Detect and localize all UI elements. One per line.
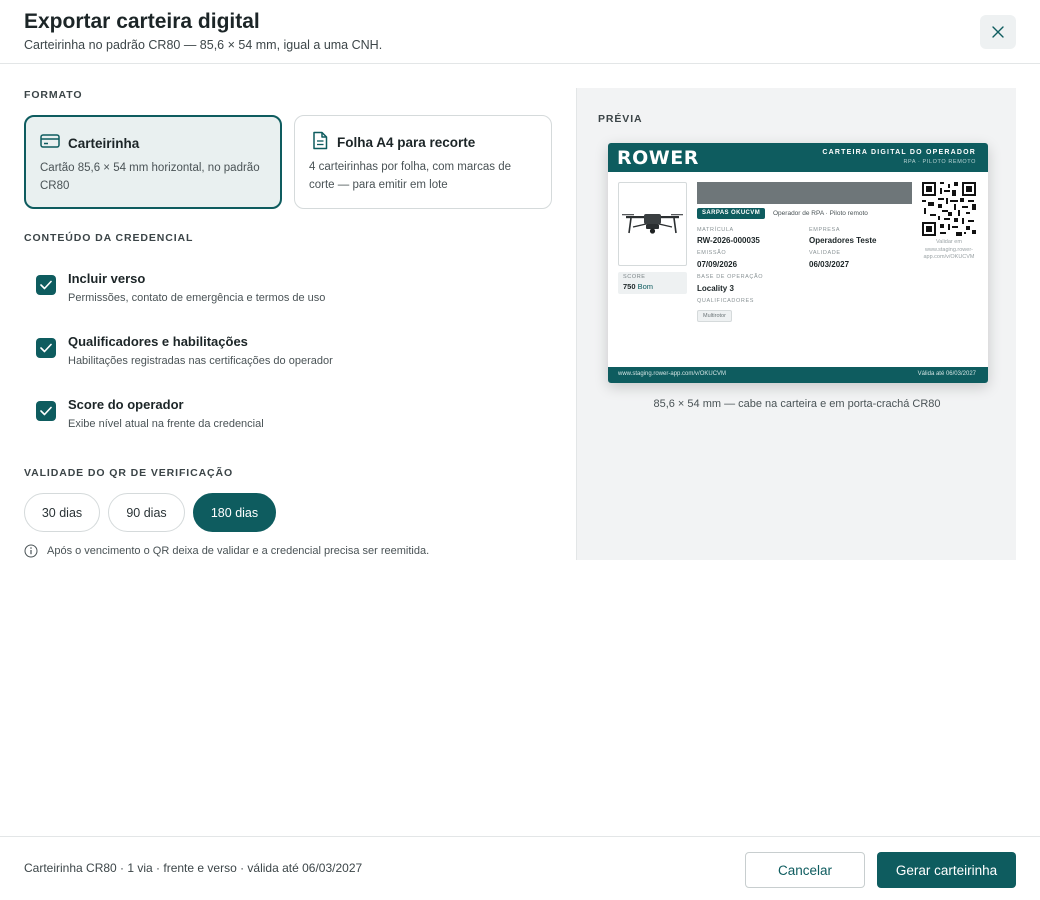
score-rating: Bom bbox=[637, 282, 654, 291]
dialog-header: Exportar carteira digital Carteirinha no… bbox=[0, 0, 1040, 64]
validade-value: 06/03/2027 bbox=[809, 260, 850, 269]
export-summary: Carteirinha CR80 · 1 via · frente e vers… bbox=[24, 861, 363, 875]
card-subheading: RPA · PILOTO REMOTO bbox=[903, 159, 976, 165]
content-section-label: CONTEÚDO DA CREDENCIAL bbox=[24, 232, 194, 244]
qualificador-tag: Multirotor bbox=[697, 310, 732, 322]
checkbox-checked[interactable] bbox=[36, 401, 56, 421]
dialog-footer: Carteirinha CR80 · 1 via · frente e vers… bbox=[0, 836, 1040, 900]
checkbox-checked[interactable] bbox=[36, 275, 56, 295]
check-icon bbox=[40, 343, 52, 353]
base-value: Locality 3 bbox=[697, 284, 734, 293]
card-heading: CARTEIRA DIGITAL DO OPERADOR bbox=[822, 149, 976, 156]
validity-info-text: Após o vencimento o QR deixa de validar … bbox=[47, 545, 430, 557]
check-icon bbox=[40, 280, 52, 290]
info-icon bbox=[24, 544, 38, 558]
option-description: Exibe nível atual na frente da credencia… bbox=[68, 418, 264, 430]
close-button[interactable] bbox=[980, 15, 1016, 49]
check-icon bbox=[40, 406, 52, 416]
card-footer-bar: www.staging.rower-app.com/v/OKUCVM Válid… bbox=[608, 367, 988, 383]
option-title: Qualificadores e habilitações bbox=[68, 334, 248, 349]
option-score[interactable]: Score do operador Exibe nível atual na f… bbox=[36, 397, 536, 447]
matricula-label: MATRÍCULA bbox=[697, 227, 734, 233]
dialog-title: Exportar carteira digital bbox=[24, 10, 260, 33]
qr-code-icon bbox=[922, 182, 976, 236]
operator-name-redacted bbox=[697, 182, 912, 204]
empresa-value: Operadores Teste bbox=[809, 236, 877, 245]
option-description: Habilitações registradas nas certificaçõ… bbox=[68, 355, 333, 367]
format-option-carteirinha[interactable]: Carteirinha Cartão 85,6 × 54 mm horizont… bbox=[24, 115, 282, 209]
score-label: SCORE bbox=[623, 274, 646, 280]
option-description: Permissões, contato de emergência e term… bbox=[68, 292, 326, 304]
score-value: 750 bbox=[623, 282, 636, 291]
drone-icon bbox=[622, 214, 683, 234]
checkbox-checked[interactable] bbox=[36, 338, 56, 358]
credential-card-preview: ROWER CARTEIRA DIGITAL DO OPERADOR RPA ·… bbox=[608, 143, 988, 383]
option-title: Incluir verso bbox=[68, 271, 146, 286]
option-title: Score do operador bbox=[68, 397, 184, 412]
preview-caption: 85,6 × 54 mm — cabe na carteira e em por… bbox=[653, 398, 941, 410]
validity-option-180[interactable]: 180 dias bbox=[193, 493, 276, 532]
format-option-title: Carteirinha bbox=[68, 136, 140, 151]
format-option-description: Cartão 85,6 × 54 mm horizontal, no padrã… bbox=[40, 162, 260, 192]
preview-label: PRÉVIA bbox=[598, 113, 643, 125]
card-footer-url: www.staging.rower-app.com/v/OKUCVM bbox=[618, 371, 727, 377]
validity-option-90[interactable]: 90 dias bbox=[108, 493, 185, 532]
card-footer-valid: Válida até 06/03/2027 bbox=[917, 371, 976, 377]
base-label: BASE DE OPERAÇÃO bbox=[697, 274, 764, 280]
validade-label: VALIDADE bbox=[809, 250, 841, 256]
drone-photo bbox=[618, 182, 687, 266]
validity-info: Após o vencimento o QR deixa de validar … bbox=[24, 543, 429, 559]
qualificadores-label: QUALIFICADORES bbox=[697, 298, 754, 304]
empresa-label: EMPRESA bbox=[809, 227, 841, 233]
emissao-label: EMISSÃO bbox=[697, 250, 727, 256]
format-option-title: Folha A4 para recorte bbox=[337, 135, 476, 150]
validity-option-30[interactable]: 30 dias bbox=[24, 493, 100, 532]
matricula-value: RW-2026-000035 bbox=[697, 236, 760, 245]
dialog-subtitle: Carteirinha no padrão CR80 — 85,6 × 54 m… bbox=[24, 38, 383, 52]
cancel-button[interactable]: Cancelar bbox=[745, 852, 865, 888]
document-icon bbox=[312, 131, 328, 155]
format-section-label: FORMATO bbox=[24, 89, 83, 101]
sarpas-badge: SARPAS OKUCVM bbox=[697, 208, 766, 219]
qr-caption: Validar em www.staging.rower-app.com/v/O… bbox=[923, 239, 975, 260]
option-qualificadores[interactable]: Qualificadores e habilitações Habilitaçõ… bbox=[36, 334, 536, 384]
operator-role: Operador de RPA · Piloto remoto bbox=[773, 210, 868, 217]
close-icon bbox=[992, 26, 1004, 38]
score-value-line: 750 Bom bbox=[623, 282, 653, 291]
brand-logo: ROWER bbox=[617, 147, 699, 169]
card-header-bar: ROWER CARTEIRA DIGITAL DO OPERADOR RPA ·… bbox=[608, 143, 988, 172]
preview-panel: PRÉVIA ROWER CARTEIRA DIGITAL DO OPERADO… bbox=[576, 88, 1016, 560]
option-incluir-verso[interactable]: Incluir verso Permissões, contato de eme… bbox=[36, 271, 536, 321]
format-option-description: 4 carteirinhas por folha, com marcas de … bbox=[309, 161, 511, 191]
qr-validity-section-label: VALIDADE DO QR DE VERIFICAÇÃO bbox=[24, 467, 234, 479]
card-icon bbox=[40, 133, 60, 154]
generate-button[interactable]: Gerar carteirinha bbox=[877, 852, 1016, 888]
format-option-folha-a4[interactable]: Folha A4 para recorte 4 carteirinhas por… bbox=[294, 115, 552, 209]
score-box: SCORE 750 Bom bbox=[618, 272, 687, 294]
emissao-value: 07/09/2026 bbox=[697, 260, 738, 269]
